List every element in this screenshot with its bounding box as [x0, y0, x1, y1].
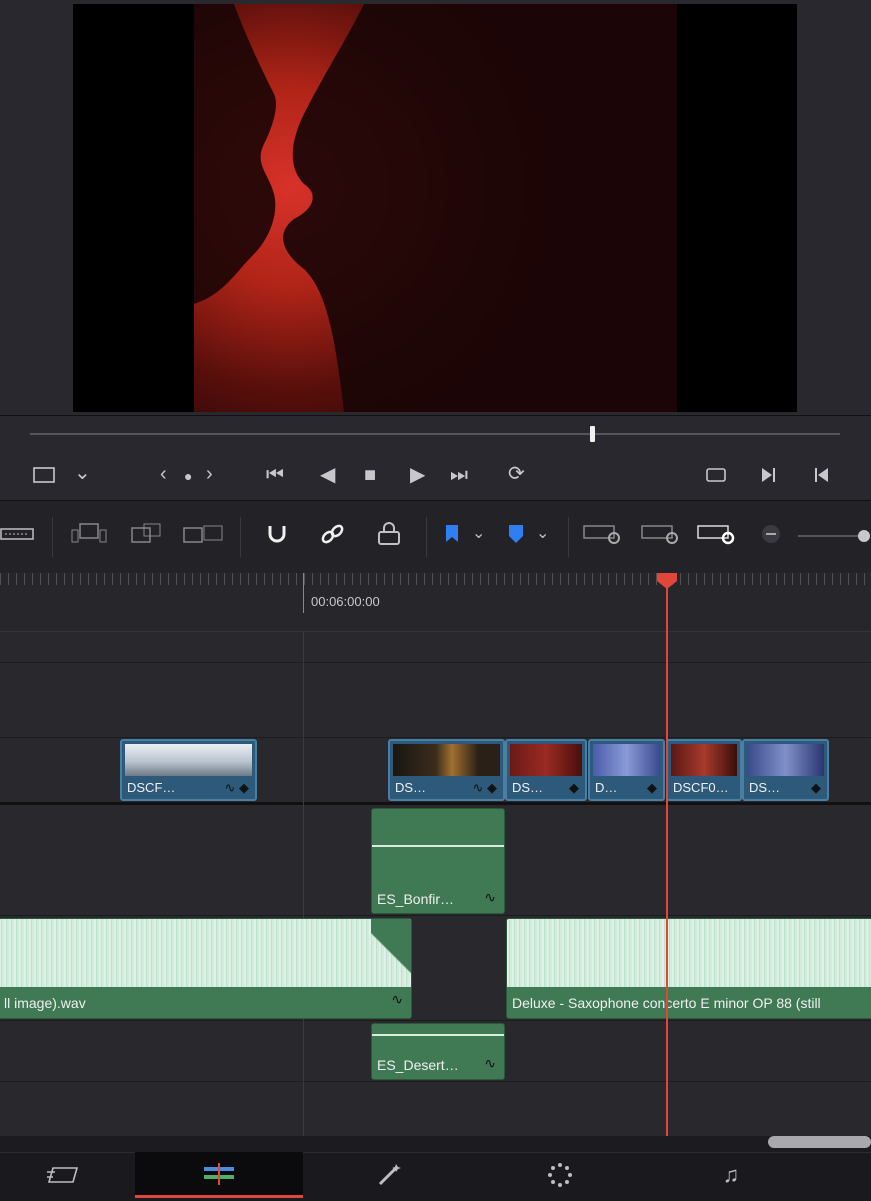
audio-keyframe-icon: ∿ — [484, 1055, 496, 1071]
audio-clip-label: ll image).wav — [4, 995, 86, 1011]
next-frame-icon[interactable]: › — [206, 464, 213, 484]
jog-dot-icon[interactable]: ● — [184, 466, 192, 486]
audio-clip[interactable]: ES_Desert… ∿ — [371, 1023, 505, 1080]
timeline-scrollbar[interactable] — [768, 1136, 871, 1148]
match-frame-icon[interactable] — [703, 465, 729, 489]
audio-keyframe-icon: ∿ — [391, 991, 403, 1007]
flag-icon[interactable] — [442, 522, 462, 551]
clip-thumbnail — [510, 744, 582, 776]
go-to-start-icon[interactable]: ⏮ — [266, 465, 284, 485]
video-clip[interactable]: D… ◆ — [588, 739, 665, 801]
clip-label: DS… — [749, 780, 781, 795]
scrub-handle[interactable] — [590, 426, 596, 442]
stop-icon[interactable]: ■ — [364, 465, 376, 485]
chevron-down-icon[interactable]: ⌄ — [74, 463, 91, 483]
color-page-icon[interactable] — [475, 1152, 645, 1198]
audio-waveform — [0, 919, 411, 987]
scrub-track[interactable] — [30, 433, 840, 435]
zoom-out-icon[interactable] — [760, 522, 782, 551]
fusion-page-icon[interactable] — [304, 1152, 474, 1198]
crop-icon[interactable] — [32, 465, 56, 489]
mark-out-icon[interactable] — [812, 465, 832, 489]
snapping-magnet-icon[interactable] — [262, 522, 292, 551]
playhead-handle[interactable] — [656, 573, 678, 589]
zoom-slider-track[interactable] — [798, 535, 864, 537]
clip-keyframe-icon: ◆ — [569, 780, 579, 795]
transport-bar — [0, 416, 871, 501]
audio-clip[interactable]: ll image).wav ∿ — [0, 918, 412, 1019]
clip-label: DSCF0… — [673, 780, 729, 795]
go-to-end-icon[interactable]: ⏭ — [450, 465, 468, 485]
video-clip[interactable]: DS… ◆ — [742, 739, 829, 801]
video-clip[interactable]: DS… ◆ — [505, 739, 587, 801]
cut-page-icon[interactable] — [0, 1152, 134, 1198]
video-track-3 — [0, 632, 871, 663]
video-preview-image — [194, 4, 677, 412]
overwrite-clip-icon[interactable] — [130, 522, 164, 551]
video-track-2 — [0, 663, 871, 738]
position-lock-icon[interactable] — [374, 522, 404, 551]
edit-page-icon[interactable] — [135, 1152, 303, 1198]
audio-clip[interactable]: ES_Bonfir… ∿ — [371, 808, 505, 914]
clip-thumbnail — [593, 744, 660, 776]
clip-thumbnail — [671, 744, 737, 776]
audio-clip-label: ES_Bonfir… — [377, 891, 455, 907]
zoom-custom-icon[interactable] — [696, 522, 740, 551]
clip-thumbnail — [747, 744, 824, 776]
zoom-detail-icon[interactable] — [640, 522, 684, 551]
clip-thumbnail — [393, 744, 500, 776]
clip-label: DSCF… — [127, 780, 176, 795]
insert-clip-icon[interactable] — [70, 522, 108, 551]
video-clip[interactable]: DSCF… ∿ ◆ — [120, 739, 257, 801]
zoom-full-icon[interactable] — [582, 522, 626, 551]
marker-dropdown-chevron-icon[interactable]: ⌄ — [536, 522, 549, 546]
prev-frame-icon[interactable]: ‹ — [160, 464, 167, 484]
clip-keyframe-icon: ◆ — [811, 780, 821, 795]
play-reverse-icon[interactable]: ◀ — [320, 465, 335, 485]
play-icon[interactable]: ▶ — [410, 465, 425, 485]
clip-thumbnail — [125, 744, 252, 776]
clip-label: DS… — [512, 780, 544, 795]
ruler-ticks — [0, 573, 871, 585]
audio-keyframe-icon: ∿ — [484, 889, 496, 905]
replace-clip-icon[interactable] — [182, 522, 224, 551]
clip-label: D… — [595, 780, 618, 795]
flag-dropdown-chevron-icon[interactable]: ⌄ — [472, 522, 485, 546]
playhead-line[interactable] — [666, 588, 668, 1136]
clip-keyframe-icon: ∿ ◆ — [224, 780, 249, 795]
audio-waveform — [507, 919, 871, 987]
loop-icon[interactable]: ⟳ — [508, 464, 525, 484]
marker-icon[interactable] — [506, 522, 526, 551]
clip-label: DS… — [395, 780, 427, 795]
viewer-frame — [73, 4, 797, 412]
clip-keyframe-icon: ∿ ◆ — [472, 780, 497, 795]
fairlight-page-icon[interactable]: ♫ — [646, 1152, 816, 1198]
video-clip[interactable]: DSCF0… — [666, 739, 742, 801]
audio-clip[interactable]: Deluxe - Saxophone concerto E minor OP 8… — [506, 918, 871, 1019]
trim-mode-icon[interactable] — [0, 522, 34, 551]
audio-clip-label: ES_Desert… — [377, 1057, 459, 1073]
linked-selection-icon[interactable] — [318, 522, 348, 551]
audio-track-4 — [0, 1082, 871, 1137]
clip-keyframe-icon: ◆ — [647, 780, 657, 795]
ruler-timecode: 00:06:00:00 — [311, 594, 380, 609]
video-clip[interactable]: DS… ∿ ◆ — [388, 739, 505, 801]
mark-in-icon[interactable] — [758, 465, 778, 489]
zoom-slider-handle[interactable] — [858, 530, 870, 542]
